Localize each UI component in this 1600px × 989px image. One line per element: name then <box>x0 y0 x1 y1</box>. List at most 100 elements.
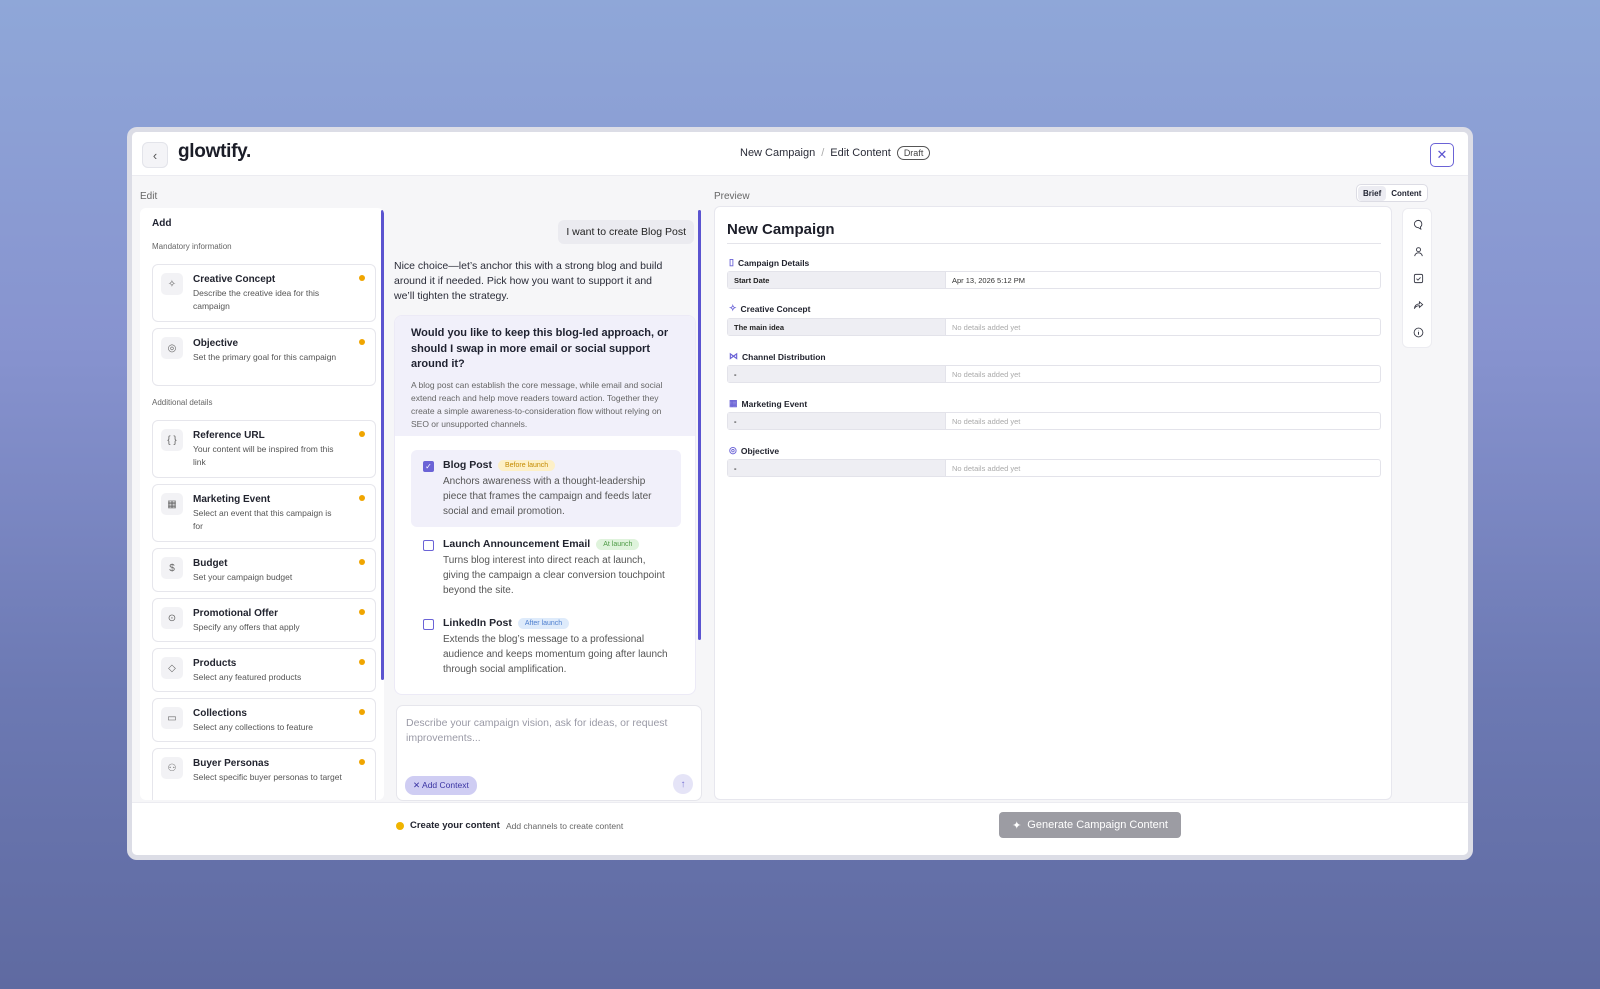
card-title: Products <box>193 658 237 669</box>
section-title: Creative Concept <box>740 303 811 314</box>
sparkle-icon: ✦ <box>1012 819 1022 832</box>
field-row[interactable]: - No details added yet <box>727 459 1381 477</box>
card-title: Reference URL <box>193 430 265 441</box>
breadcrumb-campaign[interactable]: New Campaign <box>740 147 815 159</box>
field-row[interactable]: - No details added yet <box>727 365 1381 383</box>
card-products[interactable]: ◇ Products Select any featured products <box>152 648 376 692</box>
input-placeholder: Describe your campaign vision, ask for i… <box>406 717 668 744</box>
card-title: Objective <box>193 338 239 349</box>
calendar-icon: ▦ <box>729 398 738 408</box>
card-reference-url[interactable]: { } Reference URL Your content will be i… <box>152 420 376 478</box>
status-dot <box>359 559 365 565</box>
toggle-brief[interactable]: Brief <box>1358 185 1387 201</box>
card-marketing-event[interactable]: ▦ Marketing Event Select an event that t… <box>152 484 376 542</box>
option-title-row: LinkedIn Post After launch <box>443 617 671 629</box>
back-button[interactable]: ‹ <box>142 142 168 168</box>
edit-label: Edit <box>140 191 158 202</box>
field-key: The main idea <box>728 319 946 335</box>
send-button[interactable]: ↑ <box>673 774 693 794</box>
checkbox[interactable] <box>423 540 434 551</box>
generate-campaign-button[interactable]: ✦ Generate Campaign Content <box>999 812 1181 838</box>
card-title: Collections <box>193 708 247 719</box>
arrow-up-icon: ↑ <box>680 778 686 790</box>
checkbox[interactable] <box>423 619 434 630</box>
comment-icon[interactable] <box>1412 218 1424 230</box>
field-value: No details added yet <box>952 464 1021 473</box>
close-icon: ✕ <box>1436 147 1448 162</box>
share-icon: ⋈ <box>729 351 738 361</box>
timing-badge: At launch <box>596 538 640 550</box>
card-collections[interactable]: ▭ Collections Select any collections to … <box>152 698 376 742</box>
preview-panel: New Campaign ▯ Campaign Details Start Dat… <box>714 206 1392 800</box>
archive-icon: ▭ <box>161 707 183 729</box>
card-description: Set the primary goal for this campaign <box>193 352 337 362</box>
offer-icon: ⊙ <box>161 607 183 629</box>
card-creative-concept[interactable]: ✧ Creative Concept Describe the creative… <box>152 264 376 322</box>
add-title: Add <box>152 218 172 229</box>
code-icon: { } <box>161 429 183 451</box>
status-title: Create your content <box>410 820 500 831</box>
section-creative-concept: ✧ Creative Concept <box>729 303 810 314</box>
card-title: Marketing Event <box>193 494 271 505</box>
card-title: Promotional Offer <box>193 608 279 619</box>
field-key: Start Date <box>728 272 946 288</box>
field-value: No details added yet <box>952 323 1021 332</box>
person-icon[interactable] <box>1412 245 1424 257</box>
add-panel: Add Mandatory information ✧ Creative Con… <box>140 208 384 800</box>
preview-label: Preview <box>714 191 750 202</box>
status-dot <box>359 609 365 615</box>
field-row[interactable]: - No details added yet <box>727 412 1381 430</box>
field-value: No details added yet <box>952 370 1021 379</box>
scrollbar[interactable] <box>381 210 384 680</box>
assistant-message: Nice choice—let’s anchor this with a str… <box>394 260 663 302</box>
section-title: Campaign Details <box>737 257 810 268</box>
side-toolbar <box>1402 208 1432 348</box>
target-icon: ◎ <box>729 445 737 455</box>
info-icon[interactable] <box>1412 326 1424 338</box>
card-promotional-offer[interactable]: ⊙ Promotional Offer Specify any offers t… <box>152 598 376 642</box>
option-launch-email[interactable]: Launch Announcement Email At launch Turns… <box>411 529 681 606</box>
option-title-row: Blog Post Before launch <box>443 459 671 471</box>
breadcrumb: New Campaign / Edit Content Draft <box>740 146 931 160</box>
card-description: Select any collections to feature <box>193 722 314 732</box>
card-description: Select any featured products <box>193 672 302 682</box>
preview-title: New Campaign <box>727 221 835 238</box>
card-description: Select specific buyer personas to target <box>193 772 342 782</box>
required-dot <box>359 275 365 281</box>
field-row[interactable]: The main idea No details added yet <box>727 318 1381 336</box>
field-row[interactable]: Start Date Apr 13, 2026 5:12 PM <box>727 271 1381 289</box>
checklist-icon[interactable] <box>1412 272 1424 284</box>
mandatory-section-title: Mandatory information <box>152 242 232 251</box>
option-description: Extends the blog’s message to a professi… <box>443 634 668 675</box>
share-icon[interactable] <box>1412 299 1424 311</box>
card-description: Specify any offers that apply <box>193 622 300 632</box>
chevron-left-icon: ‹ <box>152 147 158 163</box>
add-context-button[interactable]: ✕ Add Context <box>405 776 477 795</box>
scrollbar[interactable] <box>698 210 701 640</box>
chat-input[interactable]: Describe your campaign vision, ask for i… <box>396 705 702 801</box>
question-header: Would you like to keep this blog-led app… <box>395 316 695 436</box>
section-campaign-details: ▯ Campaign Details <box>729 257 809 268</box>
breadcrumb-edit-content: Edit Content <box>830 147 891 159</box>
option-blog-post[interactable]: ✓ Blog Post Before launch Anchors awarene… <box>411 450 681 527</box>
breadcrumb-separator: / <box>821 147 825 159</box>
card-objective[interactable]: ◎ Objective Set the primary goal for thi… <box>152 328 376 386</box>
add-context-label: Add Context <box>422 780 469 790</box>
card-description: Your content will be inspired from this … <box>193 444 334 467</box>
logo: glowtify. <box>178 141 251 162</box>
option-linkedin-post[interactable]: LinkedIn Post After launch Extends the bl… <box>411 608 681 685</box>
card-buyer-personas[interactable]: ⚇ Buyer Personas Select specific buyer p… <box>152 748 376 800</box>
toggle-content[interactable]: Content <box>1386 186 1426 201</box>
checkbox-checked[interactable]: ✓ <box>423 461 434 472</box>
option-title: LinkedIn Post <box>443 617 512 629</box>
card-budget[interactable]: $ Budget Set your campaign budget <box>152 548 376 592</box>
close-button[interactable]: ✕ <box>1430 143 1454 167</box>
generate-label: Generate Campaign Content <box>1027 819 1168 831</box>
section-marketing-event: ▦ Marketing Event <box>729 398 807 409</box>
card-description: Describe the creative idea for this camp… <box>193 288 320 311</box>
status-dot <box>396 822 404 830</box>
question-title: Would you like to keep this blog-led app… <box>411 327 669 370</box>
status-dot <box>359 495 365 501</box>
divider <box>727 243 1381 244</box>
document-icon: ▯ <box>729 257 734 267</box>
